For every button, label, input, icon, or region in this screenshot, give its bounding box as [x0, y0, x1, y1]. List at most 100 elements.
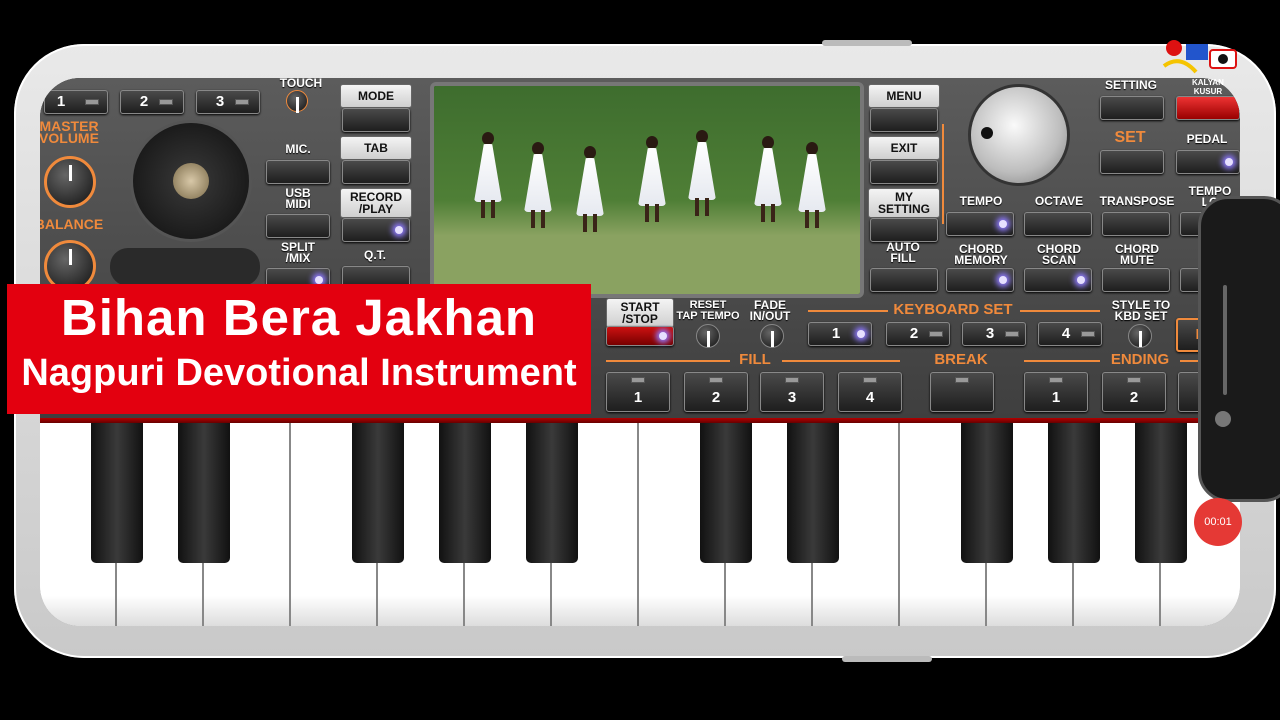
- data-dial[interactable]: [968, 84, 1070, 186]
- exit-tab[interactable]: EXIT: [868, 136, 940, 160]
- preset-1-button[interactable]: 1: [44, 90, 108, 114]
- side-drawer-handle[interactable]: [1198, 196, 1280, 502]
- piano-black-key[interactable]: [526, 423, 578, 563]
- fill-4-label: 4: [865, 389, 875, 406]
- my-setting-label: MY SETTING: [877, 190, 930, 216]
- pedal-button[interactable]: [1176, 150, 1240, 174]
- ending-1-led: [1049, 377, 1063, 383]
- menu-tab[interactable]: MENU: [868, 84, 940, 108]
- preset-3-button[interactable]: 3: [196, 90, 260, 114]
- mode-button[interactable]: [342, 108, 410, 132]
- ending-line-left: [1024, 360, 1100, 362]
- channel-logo: KALYAN KUSUR: [1160, 36, 1240, 100]
- tab-tab-label: TAB: [364, 141, 388, 155]
- transpose-button[interactable]: [1102, 212, 1170, 236]
- piano-black-key[interactable]: [178, 423, 230, 563]
- phone-side-button-top: [822, 40, 912, 46]
- fade-knob[interactable]: [760, 324, 784, 348]
- piano-black-key[interactable]: [352, 423, 404, 563]
- reset-tap-knob[interactable]: [696, 324, 720, 348]
- touch-label: TOUCH: [279, 78, 323, 90]
- preset-2-led: [159, 99, 173, 105]
- transpose-label: TRANSPOSE: [1099, 194, 1175, 208]
- dancer: [794, 142, 828, 228]
- fill-3-led: [785, 377, 799, 383]
- usb-midi-button[interactable]: [266, 214, 330, 238]
- ending-1-button[interactable]: 1: [1024, 372, 1088, 412]
- fill-3-label: 3: [787, 389, 797, 406]
- fill-4-button[interactable]: 4: [838, 372, 902, 412]
- fill-1-button[interactable]: 1: [606, 372, 670, 412]
- piano-black-key[interactable]: [700, 423, 752, 563]
- record-play-button[interactable]: [342, 218, 410, 242]
- chord-memory-label: CHORD MEMORY: [954, 242, 1008, 267]
- chord-scan-button[interactable]: [1024, 268, 1092, 292]
- dancer: [470, 132, 504, 218]
- octave-button[interactable]: [1024, 212, 1092, 236]
- fade-label: FADE IN/OUT: [749, 298, 791, 323]
- auto-fill-button[interactable]: [870, 268, 938, 292]
- start-stop-label: START /STOP: [620, 300, 660, 326]
- reset-tap-label: RESET TAP TEMPO: [676, 299, 740, 322]
- record-play-tab[interactable]: RECORD /PLAY: [340, 188, 412, 218]
- ending-label: ENDING: [1110, 351, 1170, 368]
- tab-button[interactable]: [342, 160, 410, 184]
- piano-black-key[interactable]: [961, 423, 1013, 563]
- mode-tab[interactable]: MODE: [340, 84, 412, 108]
- record-play-label: RECORD /PLAY: [349, 190, 402, 216]
- touch-knob[interactable]: [286, 90, 308, 113]
- style-to-kbd-knob[interactable]: [1128, 324, 1152, 348]
- tempo-button[interactable]: [946, 212, 1014, 236]
- usb-midi-label: USB MIDI: [285, 186, 311, 211]
- tab-tab[interactable]: TAB: [340, 136, 412, 160]
- piano-black-key[interactable]: [1048, 423, 1100, 563]
- start-stop-button[interactable]: [606, 326, 674, 346]
- my-setting-tab[interactable]: MY SETTING: [868, 188, 940, 218]
- fill-2-button[interactable]: 2: [684, 372, 748, 412]
- octave-label: OCTAVE: [1034, 194, 1084, 208]
- jog-wheel-center-icon: [173, 163, 209, 199]
- banner-title: Bihan Bera Jakhan: [60, 289, 538, 346]
- fill-2-led: [709, 377, 723, 383]
- piano-black-key[interactable]: [787, 423, 839, 563]
- keyboard-set-2-button[interactable]: 2: [886, 322, 950, 346]
- fill-line-left: [606, 360, 730, 362]
- recording-timer[interactable]: 00:01: [1194, 498, 1242, 546]
- piano-keyboard: [40, 423, 1240, 626]
- exit-tab-label: EXIT: [890, 141, 918, 155]
- keyboard-set-3-button[interactable]: 3: [962, 322, 1026, 346]
- dancer: [684, 130, 718, 216]
- piano-black-key[interactable]: [1135, 423, 1187, 563]
- exit-button[interactable]: [870, 160, 938, 184]
- pitch-pad[interactable]: [110, 248, 260, 286]
- jog-wheel[interactable]: [130, 120, 252, 242]
- piano-black-key[interactable]: [91, 423, 143, 563]
- banner-subtitle: Nagpuri Devotional Instrument: [21, 352, 577, 394]
- preset-2-button[interactable]: 2: [120, 90, 184, 114]
- dancer: [572, 146, 606, 232]
- break-button[interactable]: [930, 372, 994, 412]
- piano-black-key[interactable]: [439, 423, 491, 563]
- mic-button[interactable]: [266, 160, 330, 184]
- preset-3-led: [235, 99, 249, 105]
- start-stop-tab[interactable]: START /STOP: [606, 298, 674, 328]
- menu-button[interactable]: [870, 108, 938, 132]
- dancer: [634, 136, 668, 222]
- split-mix-label: SPLIT /MIX: [280, 240, 315, 265]
- drawer-dot-icon: [1215, 411, 1231, 427]
- setting-button[interactable]: [1100, 96, 1164, 120]
- set-button[interactable]: [1100, 150, 1164, 174]
- keyboard-set-4-button[interactable]: 4: [1038, 322, 1102, 346]
- ending-2-led: [1127, 377, 1141, 383]
- ending-2-button[interactable]: 2: [1102, 372, 1166, 412]
- chord-memory-button[interactable]: [946, 268, 1014, 292]
- fill-3-button[interactable]: 3: [760, 372, 824, 412]
- fill-2-label: 2: [711, 389, 721, 406]
- master-volume-knob[interactable]: [44, 156, 96, 208]
- my-setting-button[interactable]: [870, 218, 938, 242]
- keyboard-set-3-led: [1005, 331, 1019, 337]
- fill-label: FILL: [739, 351, 771, 368]
- chord-mute-button[interactable]: [1102, 268, 1170, 292]
- channel-logo-text: KALYAN KUSUR: [1192, 78, 1224, 96]
- keyboard-set-1-button[interactable]: 1: [808, 322, 872, 346]
